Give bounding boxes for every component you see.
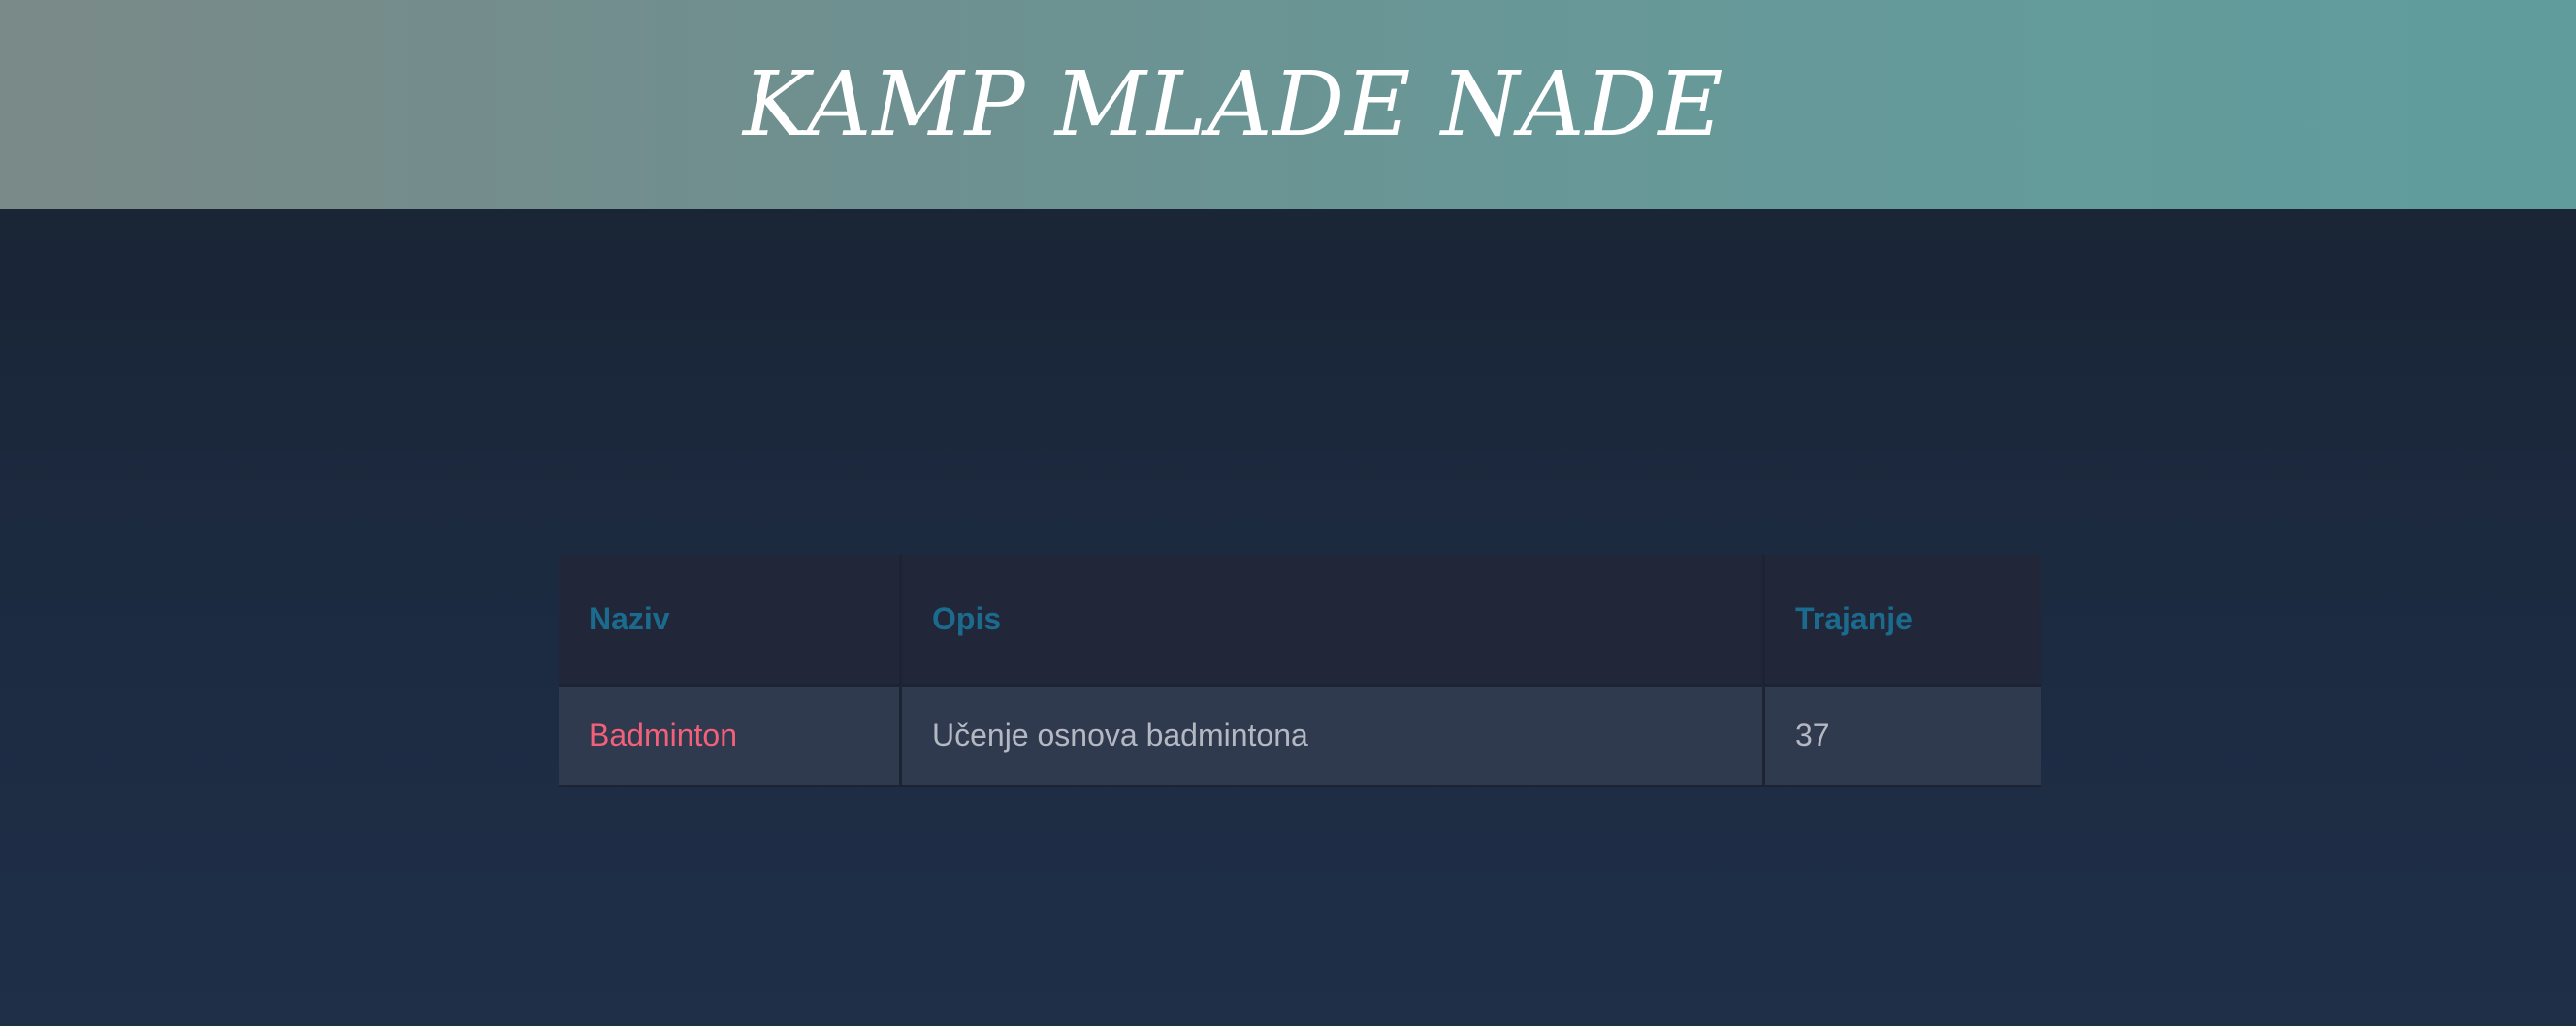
table-row: Badminton Učenje osnova badmintona 37 [559, 687, 2041, 787]
table-header: Naziv Opis Trajanje [559, 555, 2041, 687]
column-header-naziv: Naziv [559, 555, 902, 687]
table-header-row: Naziv Opis Trajanje [559, 555, 2041, 687]
cell-opis: Učenje osnova badmintona [902, 687, 1765, 787]
column-header-opis: Opis [902, 555, 1765, 687]
table-body: Badminton Učenje osnova badmintona 37 [559, 687, 2041, 787]
page-title: KAMP MLADE NADE [743, 52, 1724, 156]
column-header-trajanje: Trajanje [1765, 555, 2041, 687]
activities-table-container: Naziv Opis Trajanje Badminton Učenje osn… [559, 555, 2041, 787]
cell-trajanje: 37 [1765, 687, 2041, 787]
activities-table: Naziv Opis Trajanje Badminton Učenje osn… [559, 555, 2041, 787]
page-header: KAMP MLADE NADE [0, 0, 2576, 209]
cell-naziv: Badminton [559, 687, 902, 787]
